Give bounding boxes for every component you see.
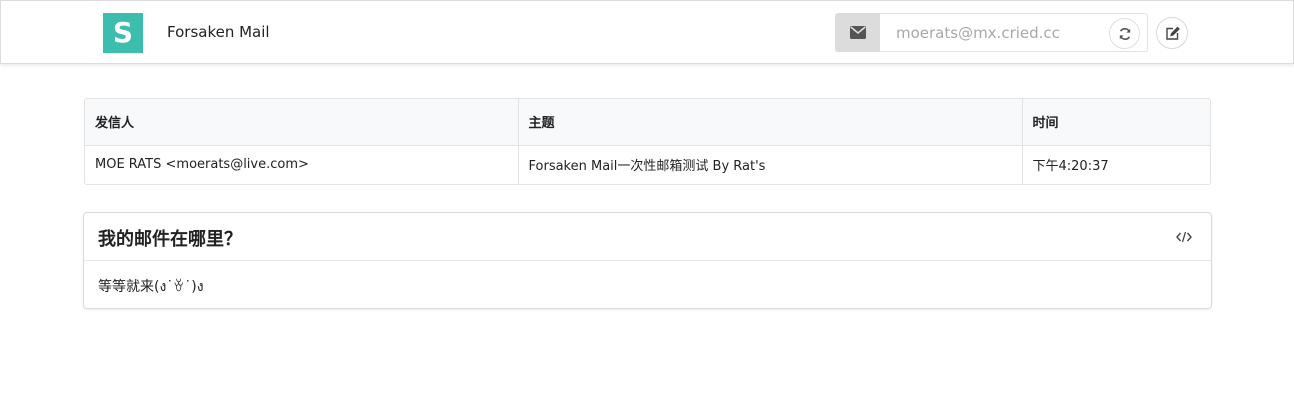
column-header-from: 发信人 <box>85 99 519 146</box>
message-body: 等等就来(ง˙ꈊ˙)ง <box>98 279 204 295</box>
cell-time: 下午4:20:37 <box>1032 159 1109 175</box>
refresh-button[interactable] <box>1109 18 1140 49</box>
mail-addon <box>835 13 880 52</box>
top-navbar: S Forsaken Mail <box>0 0 1294 64</box>
inbox-table: 发信人 主题 时间 MOE RATS <moerats@live.com> Fo… <box>84 98 1211 185</box>
column-header-time: 时间 <box>1022 99 1210 146</box>
column-header-subject: 主题 <box>518 99 1023 146</box>
message-panel: 我的邮件在哪里？ 等等就来(ง˙ꈊ˙)ง <box>83 212 1212 309</box>
brand-name[interactable]: Forsaken Mail <box>167 23 270 41</box>
message-title: 我的邮件在哪里？ <box>98 229 242 250</box>
envelope-icon <box>849 26 866 39</box>
table-header-row: 发信人 主题 时间 <box>85 99 1210 146</box>
view-source-button[interactable] <box>1173 228 1195 246</box>
code-icon <box>1176 231 1192 243</box>
logo[interactable]: S <box>103 13 143 53</box>
mail-address-input[interactable] <box>880 14 1100 51</box>
cell-subject: Forsaken Mail一次性邮箱测试 By Rat's <box>518 145 1023 184</box>
message-panel-header: 我的邮件在哪里？ <box>84 213 1211 261</box>
mail-address-field <box>880 13 1148 52</box>
refresh-icon <box>1119 27 1130 40</box>
compose-button[interactable] <box>1156 17 1188 49</box>
edit-icon <box>1165 26 1180 40</box>
cell-from: MOE RATS <moerats@live.com> <box>85 145 519 184</box>
table-row[interactable]: MOE RATS <moerats@live.com> Forsaken Mai… <box>85 145 1210 184</box>
logo-letter: S <box>112 16 134 49</box>
